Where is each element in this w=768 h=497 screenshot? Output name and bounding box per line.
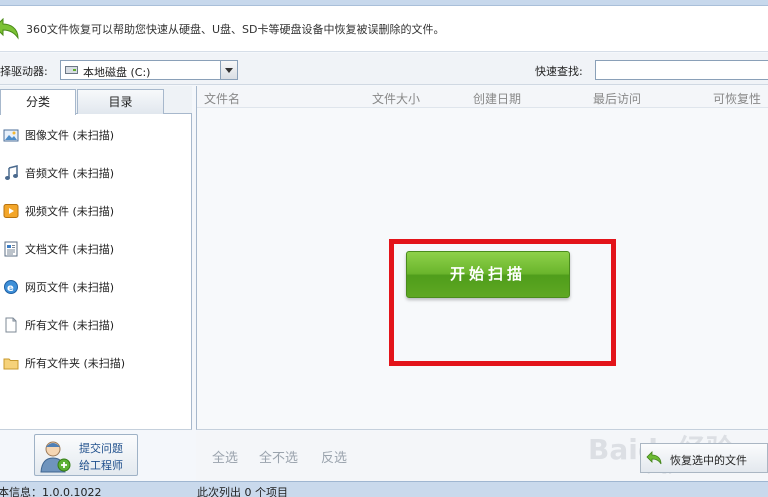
- submit-issue-button[interactable]: 提交问题 给工程师: [34, 434, 138, 476]
- column-header-recoverability[interactable]: 可恢复性: [713, 90, 761, 107]
- app-description: 360文件恢复可以帮助您快速从硬盘、U盘、SD卡等硬盘设备中恢复被误删除的文件。: [26, 23, 445, 36]
- category-image-files[interactable]: 图像文件 (未扫描): [0, 122, 191, 148]
- toolbar: 择驱动器: 本地磁盘 (C:) 快速查找:: [0, 53, 768, 85]
- quick-find-input[interactable]: [595, 60, 768, 80]
- submit-issue-line1: 提交问题: [79, 442, 123, 455]
- music-note-icon: [5, 165, 18, 180]
- tab-directory[interactable]: 目录: [77, 89, 164, 114]
- category-label: 所有文件夹 (未扫描): [25, 357, 126, 370]
- category-label: 图像文件 (未扫描): [25, 129, 115, 142]
- restore-button-label: 恢复选中的文件: [670, 454, 747, 467]
- dropdown-arrow-icon[interactable]: [220, 61, 237, 79]
- start-scan-button[interactable]: 开始扫描: [406, 251, 570, 298]
- quick-find-label: 快速查找:: [535, 65, 583, 78]
- drive-select[interactable]: 本地磁盘 (C:): [60, 60, 238, 80]
- category-video-files[interactable]: 视频文件 (未扫描): [0, 198, 191, 224]
- category-audio-files[interactable]: 音频文件 (未扫描): [0, 160, 191, 186]
- tab-category[interactable]: 分类: [0, 89, 76, 115]
- category-all-files[interactable]: 所有文件 (未扫描): [0, 312, 191, 338]
- drive-select-label: 择驱动器:: [0, 65, 48, 78]
- submit-issue-line2: 给工程师: [79, 459, 123, 472]
- status-version: 本信息：1.0.0.1022: [0, 486, 102, 497]
- left-panel-tabs: 分类 目录: [0, 86, 192, 115]
- status-bar: 本信息：1.0.0.1022 此次列出 0 个项目: [0, 481, 768, 497]
- category-web-files[interactable]: e 网页文件 (未扫描): [0, 274, 191, 300]
- left-panel: 分类 目录 图像文件 (未扫描) 音频文件 (未扫描) 视频文件 (未扫描) 文…: [0, 86, 192, 430]
- category-document-files[interactable]: 文档文件 (未扫描): [0, 236, 191, 262]
- category-all-folders[interactable]: 所有文件夹 (未扫描): [0, 350, 191, 376]
- info-bar: 360文件恢复可以帮助您快速从硬盘、U盘、SD卡等硬盘设备中恢复被误删除的文件。: [0, 6, 768, 52]
- restore-arrow-icon: [646, 451, 662, 465]
- svg-text:e: e: [7, 283, 14, 294]
- engineer-avatar-icon: [40, 441, 71, 473]
- web-page-icon: e: [4, 280, 18, 294]
- category-label: 文档文件 (未扫描): [25, 243, 115, 256]
- folder-icon: [3, 358, 19, 370]
- column-header-file-name[interactable]: 文件名: [204, 90, 240, 107]
- column-header-last-accessed[interactable]: 最后访问: [593, 90, 641, 107]
- document-icon: [4, 241, 18, 257]
- category-label: 视频文件 (未扫描): [25, 205, 115, 218]
- column-header-file-size[interactable]: 文件大小: [372, 90, 420, 107]
- category-label: 音频文件 (未扫描): [25, 167, 115, 180]
- invert-selection-link[interactable]: 反选: [321, 447, 347, 466]
- category-label: 所有文件 (未扫描): [25, 319, 115, 332]
- hard-disk-icon: [65, 66, 78, 74]
- status-item-count: 此次列出 0 个项目: [197, 486, 288, 497]
- image-icon: [3, 129, 19, 142]
- video-icon: [3, 204, 19, 218]
- file-list-header: 文件名 文件大小 创建日期 最后访问 可恢复性: [197, 86, 768, 108]
- drive-select-value: 本地磁盘 (C:): [83, 66, 151, 79]
- select-none-link[interactable]: 全不选: [259, 447, 298, 466]
- column-header-created-date[interactable]: 创建日期: [473, 90, 521, 107]
- category-label: 网页文件 (未扫描): [25, 281, 115, 294]
- blank-file-icon: [5, 317, 17, 333]
- back-arrow-logo-icon: [0, 18, 19, 40]
- select-all-link[interactable]: 全选: [212, 447, 238, 466]
- restore-selected-files-button[interactable]: 恢复选中的文件: [640, 443, 768, 473]
